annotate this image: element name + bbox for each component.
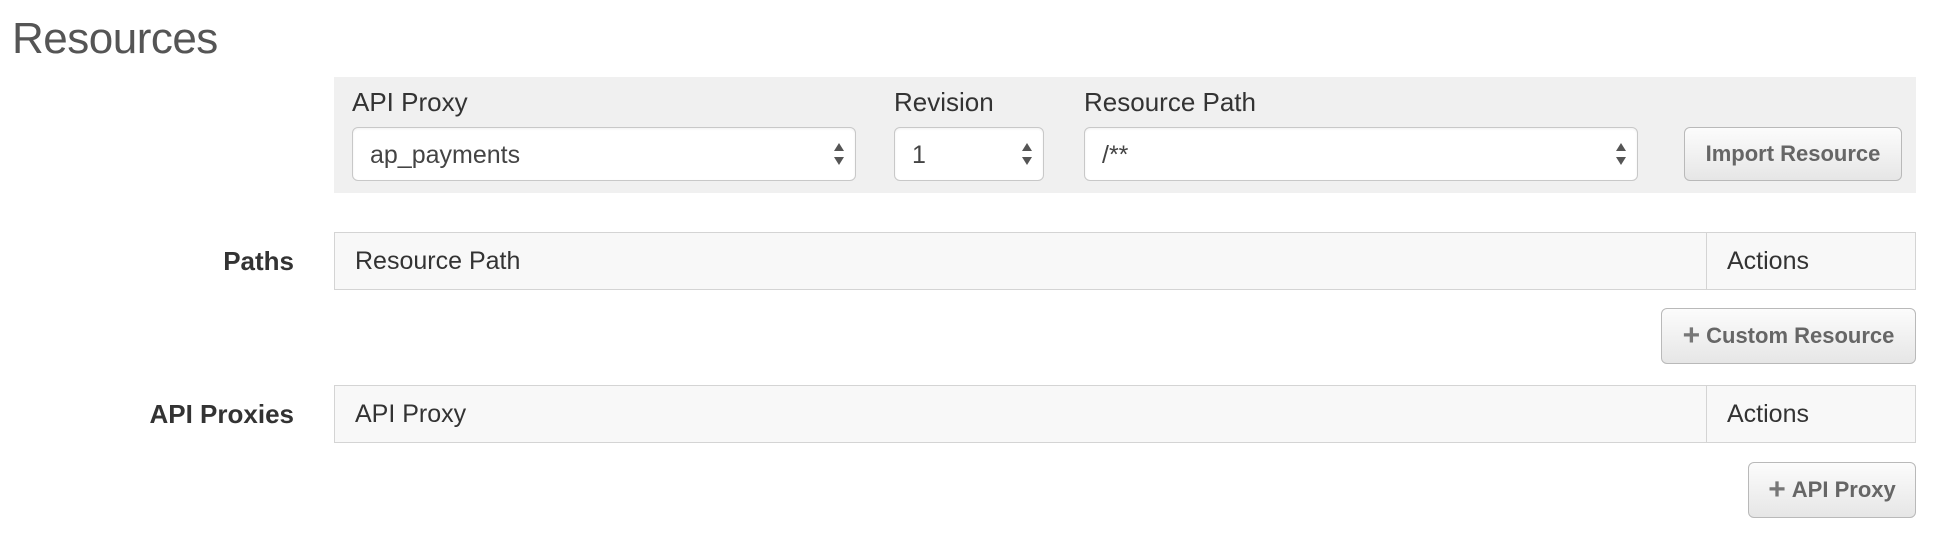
revision-label: Revision bbox=[894, 87, 994, 117]
plus-icon: + bbox=[1768, 473, 1786, 506]
resource-path-select-value: /** bbox=[1102, 141, 1129, 169]
add-api-proxy-label: API Proxy bbox=[1791, 477, 1896, 502]
add-custom-resource-label: Custom Resource bbox=[1706, 323, 1895, 348]
page-title: Resources bbox=[12, 14, 218, 63]
add-api-proxy-button[interactable]: + API Proxy bbox=[1748, 462, 1916, 518]
revision-select[interactable]: 1 bbox=[894, 127, 1044, 181]
revision-select-value: 1 bbox=[912, 141, 926, 169]
resource-path-select[interactable]: /** bbox=[1084, 127, 1638, 181]
up-down-stepper-icon bbox=[1616, 143, 1626, 165]
import-resource-button[interactable]: Import Resource bbox=[1684, 127, 1902, 181]
api-proxy-select-value: ap_payments bbox=[370, 141, 521, 169]
add-custom-resource-button[interactable]: + Custom Resource bbox=[1661, 308, 1916, 364]
resource-path-label: Resource Path bbox=[1084, 87, 1256, 117]
api-proxy-select[interactable]: ap_payments bbox=[352, 127, 856, 181]
up-down-stepper-icon bbox=[834, 143, 844, 165]
paths-column-actions: Actions bbox=[1727, 246, 1809, 275]
api-proxies-column-api-proxy: API Proxy bbox=[335, 386, 1707, 442]
up-down-stepper-icon bbox=[1022, 143, 1032, 165]
api-proxy-label: API Proxy bbox=[352, 87, 468, 117]
plus-icon: + bbox=[1682, 319, 1701, 352]
api-proxies-section-label: API Proxies bbox=[149, 399, 294, 429]
paths-table-header: Resource Path Actions bbox=[334, 232, 1916, 290]
paths-column-resource-path: Resource Path bbox=[335, 233, 1707, 289]
paths-section-label: Paths bbox=[223, 246, 294, 276]
api-proxies-table-header: API Proxy Actions bbox=[334, 385, 1916, 443]
resource-filter-panel: API Proxy ap_payments Revision 1 Resourc… bbox=[334, 77, 1916, 193]
api-proxies-column-actions: Actions bbox=[1727, 399, 1809, 428]
